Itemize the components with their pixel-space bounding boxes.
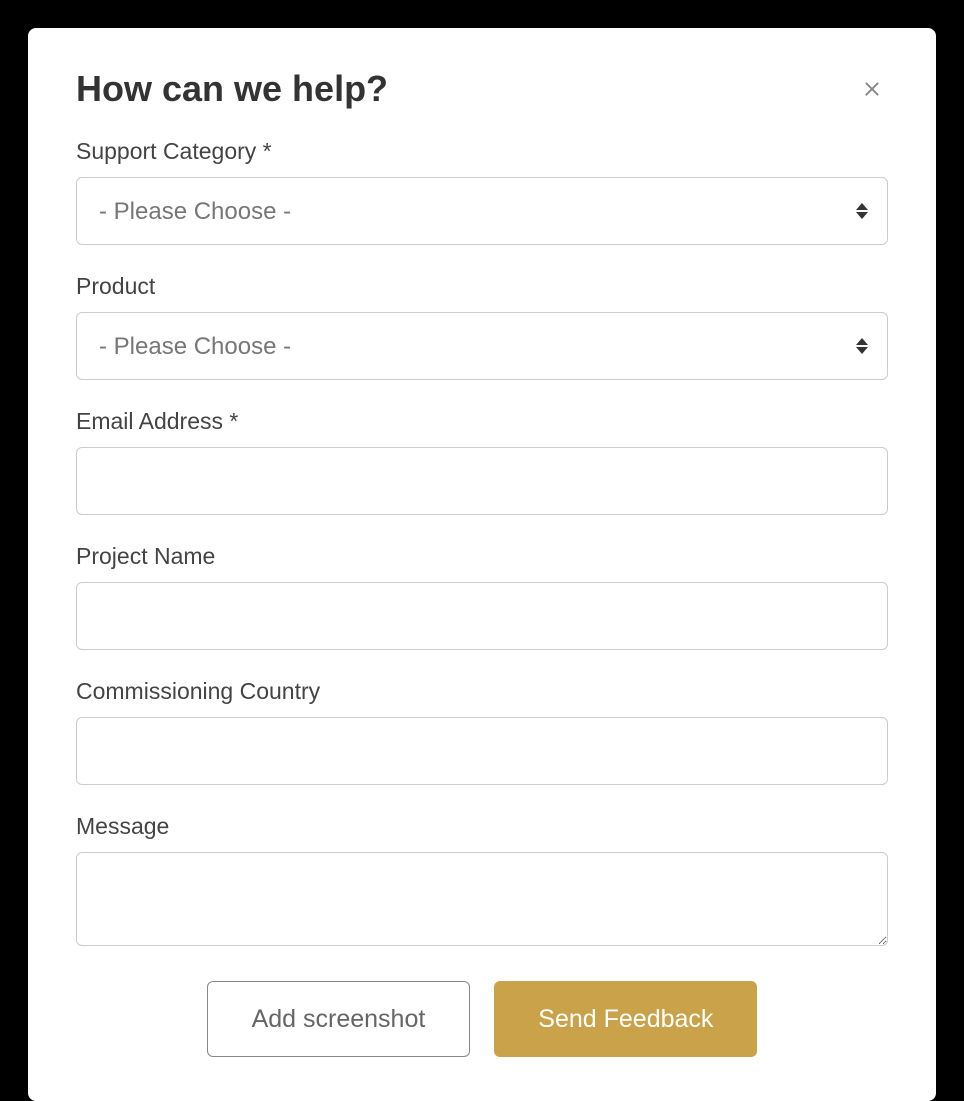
country-label: Commissioning Country	[76, 678, 888, 705]
support-category-select-wrap: - Please Choose -	[76, 177, 888, 245]
email-group: Email Address *	[76, 408, 888, 515]
project-name-field[interactable]	[76, 582, 888, 650]
project-name-group: Project Name	[76, 543, 888, 650]
product-select-wrap: - Please Choose -	[76, 312, 888, 380]
message-group: Message	[76, 813, 888, 951]
project-name-label: Project Name	[76, 543, 888, 570]
close-icon	[860, 77, 884, 101]
email-label: Email Address *	[76, 408, 888, 435]
message-textarea[interactable]	[76, 852, 888, 946]
email-field[interactable]	[76, 447, 888, 515]
add-screenshot-button[interactable]: Add screenshot	[207, 981, 471, 1057]
country-group: Commissioning Country	[76, 678, 888, 785]
support-category-label: Support Category *	[76, 138, 888, 165]
modal-title: How can we help?	[76, 68, 388, 110]
close-button[interactable]	[856, 73, 888, 105]
message-label: Message	[76, 813, 888, 840]
product-select[interactable]: - Please Choose -	[76, 312, 888, 380]
button-row: Add screenshot Send Feedback	[76, 981, 888, 1057]
product-group: Product - Please Choose -	[76, 273, 888, 380]
modal-header: How can we help?	[76, 68, 888, 110]
support-category-select[interactable]: - Please Choose -	[76, 177, 888, 245]
country-field[interactable]	[76, 717, 888, 785]
product-label: Product	[76, 273, 888, 300]
support-category-group: Support Category * - Please Choose -	[76, 138, 888, 245]
feedback-modal: How can we help? Support Category * - Pl…	[28, 28, 936, 1101]
send-feedback-button[interactable]: Send Feedback	[494, 981, 757, 1057]
